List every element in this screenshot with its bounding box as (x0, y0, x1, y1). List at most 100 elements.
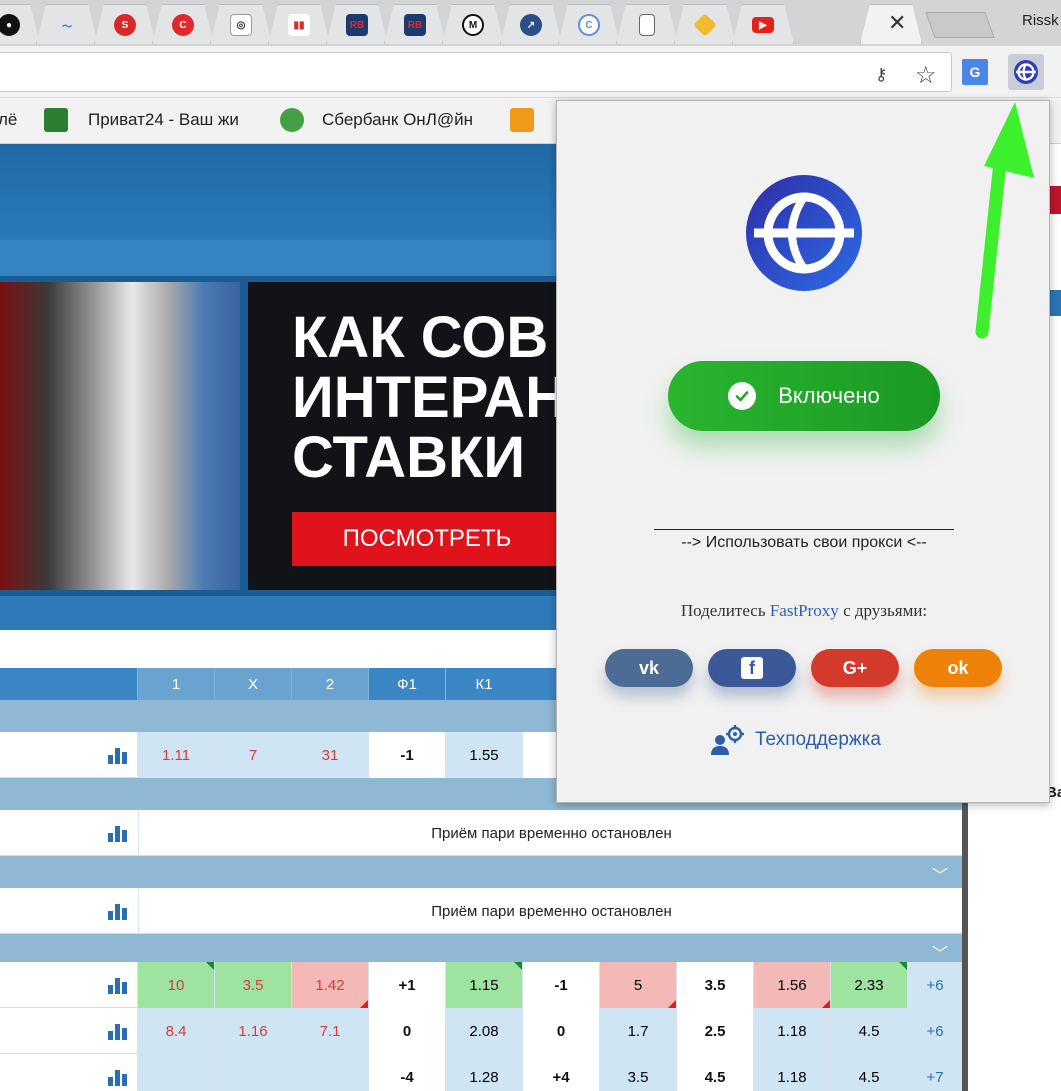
bookmark-star-icon[interactable]: ☆ (915, 61, 937, 90)
stats-icon[interactable] (108, 1068, 130, 1086)
odds-cell[interactable]: 1.42 (291, 962, 368, 1008)
page-strip (0, 596, 560, 630)
share-google-plus-button[interactable]: G+ (811, 649, 899, 687)
browser-tab[interactable]: C (558, 4, 620, 44)
banner-photo (0, 282, 240, 590)
new-tab-button[interactable] (925, 12, 995, 38)
stats-icon[interactable] (108, 1022, 130, 1040)
browser-tab[interactable] (616, 4, 678, 44)
odds-cell[interactable]: 8.4 (137, 1008, 214, 1054)
eye-icon: ◎ (230, 14, 252, 36)
odds-header: Ф1 (368, 668, 445, 700)
odds-cell: -1 (368, 732, 445, 778)
fastproxy-extension-button[interactable] (1008, 54, 1044, 90)
bookmark-item[interactable]: лё (0, 110, 17, 130)
share-vk-button[interactable]: vk (605, 649, 693, 687)
browser-tab[interactable] (674, 4, 736, 44)
proxy-toggle-button[interactable]: Включено (668, 361, 940, 431)
odds-cell[interactable] (214, 1054, 291, 1091)
ok-icon[interactable] (510, 108, 534, 132)
section-row[interactable]: ﹀ (0, 856, 966, 888)
stats-icon[interactable] (108, 902, 130, 920)
odds-cell[interactable]: 1.55 (445, 732, 522, 778)
odds-cell[interactable]: 3.5 (214, 962, 291, 1008)
coinmarketcap-icon: M (462, 14, 484, 36)
odds-cell[interactable]: 1.28 (445, 1054, 522, 1091)
browser-tab[interactable]: ▮▮ (268, 4, 330, 44)
browser-tab[interactable]: ▶ (732, 4, 794, 44)
odds-cell[interactable] (291, 1054, 368, 1091)
stats-icon[interactable] (108, 976, 130, 994)
odds-cell[interactable]: 5 (599, 962, 676, 1008)
browser-tab[interactable]: RB (384, 4, 446, 44)
browser-tab[interactable]: ◎ (210, 4, 272, 44)
odds-cell[interactable]: 1.56 (753, 962, 830, 1008)
browser-tab[interactable]: C (152, 4, 214, 44)
odds-cell[interactable]: 4.5 (830, 1054, 907, 1091)
more-markets-link[interactable]: +6 (907, 962, 962, 1008)
odds-cell[interactable]: 1.15 (445, 962, 522, 1008)
odds-cell: -4 (368, 1054, 445, 1091)
suspended-message: Приём пари временно остановлен (138, 810, 964, 856)
odds-cell[interactable]: 2.08 (445, 1008, 522, 1054)
browser-tab[interactable]: RB (326, 4, 388, 44)
odds-cell: -1 (522, 962, 599, 1008)
browser-tab[interactable]: ● (0, 4, 40, 44)
odds-cell[interactable]: 1.11 (137, 732, 214, 778)
close-tab-icon[interactable]: ✕ (888, 10, 906, 36)
google-plus-icon: G+ (842, 657, 868, 678)
odds-cell: 0 (522, 1008, 599, 1054)
key-icon[interactable]: ⚷ (875, 65, 887, 85)
support-link[interactable]: Техподдержка (709, 723, 881, 757)
use-own-proxy-link[interactable]: --> Использовать свои прокси <-- (654, 529, 954, 552)
chevron-down-icon[interactable]: ﹀ (932, 862, 948, 886)
browser-tab[interactable]: 〜 (36, 4, 98, 44)
more-markets-link[interactable]: +6 (907, 1008, 962, 1054)
odds-cell[interactable] (137, 1054, 214, 1091)
address-bar[interactable]: ⚷ ☆ (0, 52, 952, 92)
odds-cell[interactable]: 1.7 (599, 1008, 676, 1054)
stats-icon[interactable] (108, 746, 130, 764)
odds-cell[interactable]: 7 (214, 732, 291, 778)
promo-banner[interactable]: КАК СОВ ИНТЕРАН СТАВКИ ПОСМОТРЕТЬ (0, 276, 562, 596)
s-circle-icon: S (114, 14, 136, 36)
browser-tab[interactable]: M (442, 4, 504, 44)
chevron-down-icon[interactable]: ﹀ (932, 940, 948, 964)
odds-header: X (214, 668, 291, 700)
stats-icon[interactable] (108, 824, 130, 842)
share-suffix: с друзьями: (838, 601, 928, 620)
odds-cell[interactable]: 31 (291, 732, 368, 778)
browser-tab[interactable]: ↗ (500, 4, 562, 44)
bookmark-item[interactable]: Сбербанк ОнЛ@йн (322, 110, 473, 130)
odds-cell[interactable]: 3.5 (599, 1054, 676, 1091)
odds-header: К1 (445, 668, 522, 700)
odds-cell[interactable]: 1.16 (214, 1008, 291, 1054)
odds-cell: 2.5 (676, 1008, 753, 1054)
sidebar-blue-tab[interactable] (1050, 290, 1061, 316)
odds-cell[interactable]: 1.18 (753, 1008, 830, 1054)
vk-icon: vk (638, 657, 660, 678)
odds-cell[interactable]: 7.1 (291, 1008, 368, 1054)
profile-name[interactable]: Rissk (1022, 12, 1059, 29)
table-row: Приём пари временно остановлен (0, 810, 966, 856)
sidebar-red-tab[interactable] (1050, 186, 1061, 214)
share-facebook-button[interactable]: f (708, 649, 796, 687)
odds-cell[interactable]: 2.33 (830, 962, 907, 1008)
odds-cell[interactable]: 1.18 (753, 1054, 830, 1091)
bookmark-item[interactable]: Приват24 - Ваш жи (88, 110, 239, 130)
banner-watch-button[interactable]: ПОСМОТРЕТЬ (292, 512, 562, 566)
odds-cell: +4 (522, 1054, 599, 1091)
google-translate-icon[interactable]: G (962, 59, 988, 85)
share-odnoklassniki-button[interactable]: ok (914, 649, 1002, 687)
table-row: -4 1.28 +4 3.5 4.5 1.18 4.5 +7 (0, 1054, 966, 1091)
green-arrow-icon (975, 102, 1034, 339)
more-markets-link[interactable]: +7 (907, 1054, 962, 1091)
share-caption: Поделитесь FastProxy с друзьями: (557, 601, 1051, 621)
toggle-status-label: Включено (778, 383, 880, 408)
odds-cell[interactable]: 4.5 (830, 1008, 907, 1054)
odds-cell[interactable]: 10 (137, 962, 214, 1008)
browser-tab[interactable]: S (94, 4, 156, 44)
sberbank-icon (280, 108, 304, 132)
facebook-icon: f (741, 657, 763, 679)
check-circle-icon (728, 382, 757, 410)
